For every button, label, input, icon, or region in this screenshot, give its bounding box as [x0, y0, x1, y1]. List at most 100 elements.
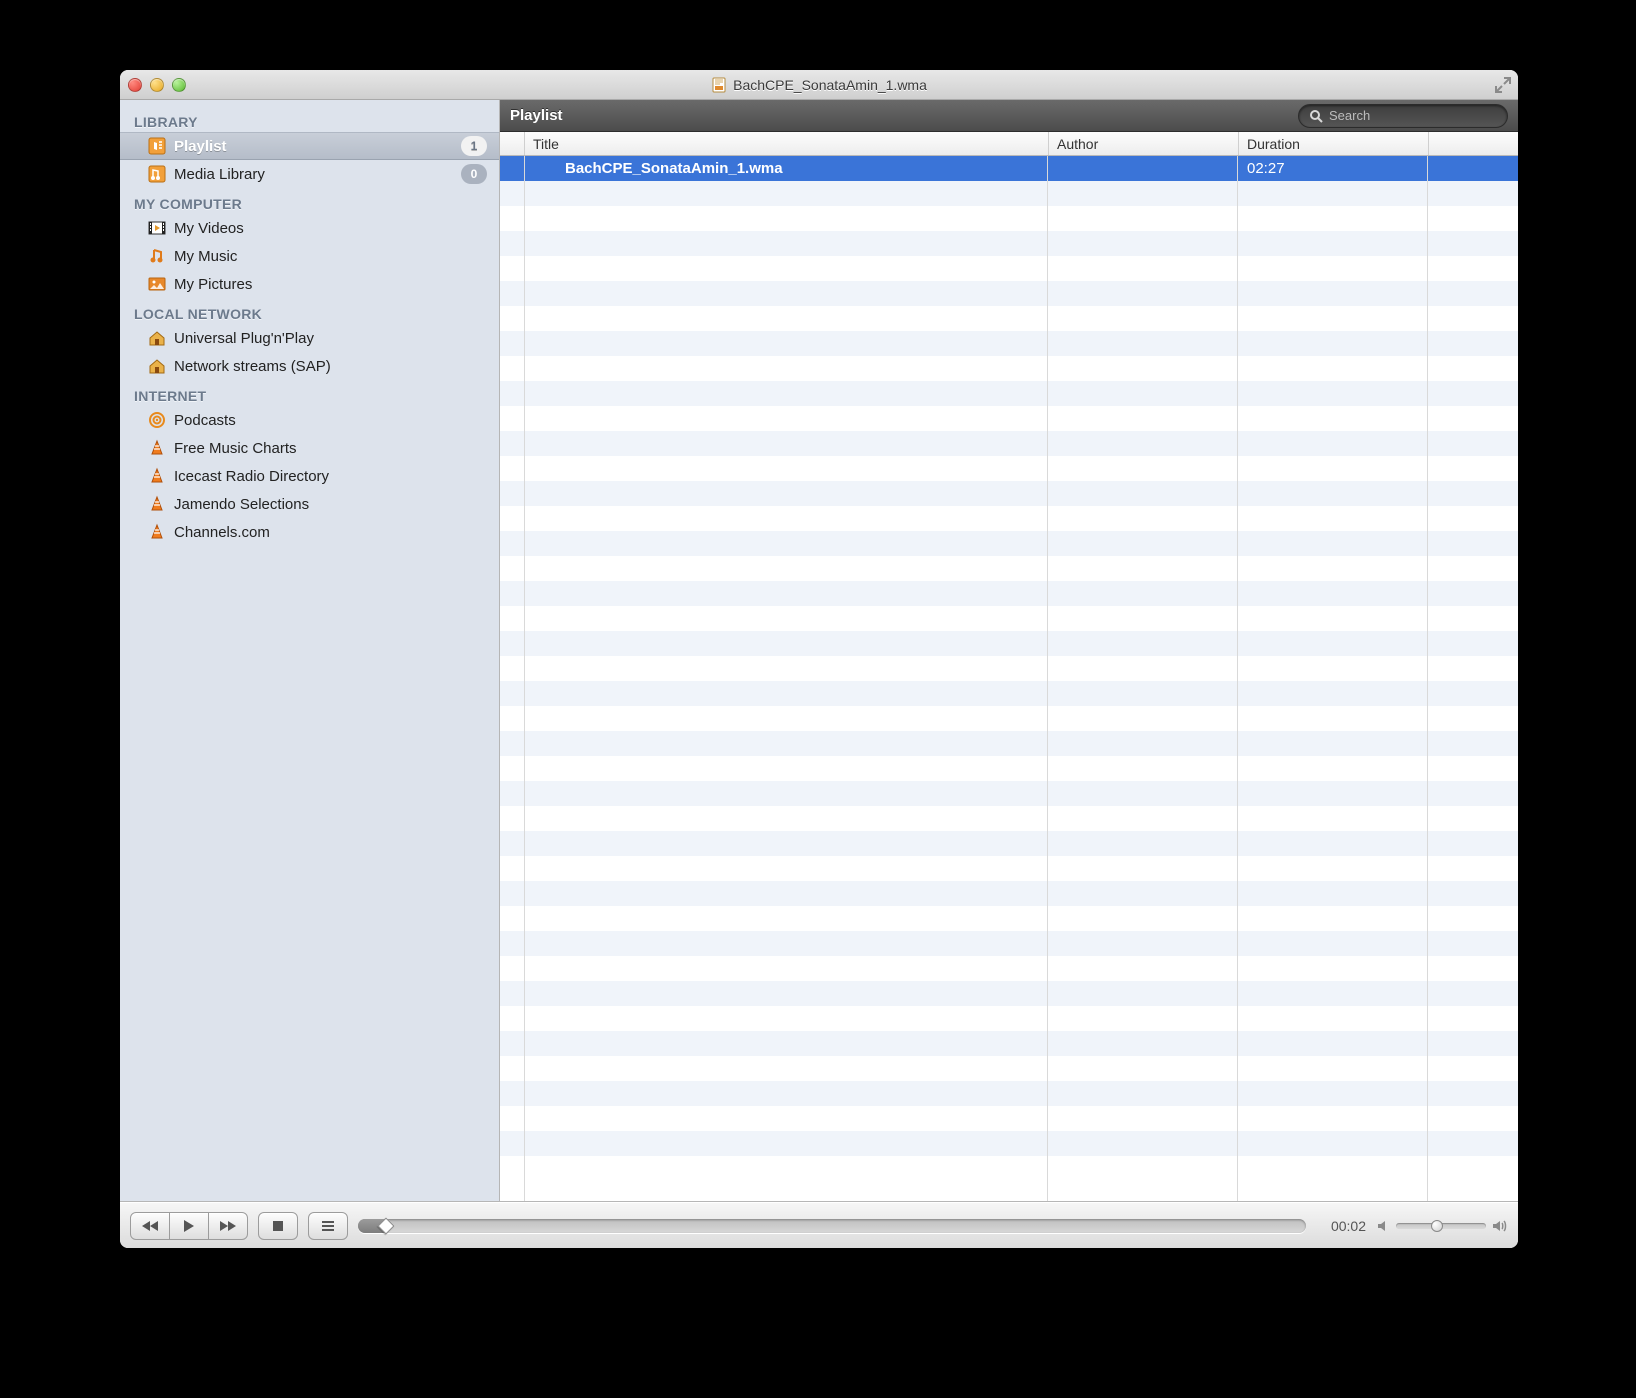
close-window-button[interactable]	[128, 78, 142, 92]
sidebar: LIBRARY Playlist 1 Media Library 0 MY CO…	[120, 100, 500, 1201]
sidebar-item-my-videos[interactable]: My Videos	[120, 214, 499, 242]
table-row[interactable]	[500, 306, 1518, 331]
table-row[interactable]	[500, 381, 1518, 406]
sidebar-item-my-music[interactable]: My Music	[120, 242, 499, 270]
sidebar-item-jamendo[interactable]: Jamendo Selections	[120, 490, 499, 518]
table-row[interactable]	[500, 906, 1518, 931]
transport-buttons	[130, 1212, 248, 1240]
table-row[interactable]	[500, 706, 1518, 731]
sidebar-section-my-computer: MY COMPUTER	[120, 188, 499, 214]
table-row[interactable]	[500, 556, 1518, 581]
panel-title: Playlist	[510, 107, 563, 124]
volume-control	[1376, 1219, 1508, 1233]
search-field[interactable]	[1298, 104, 1508, 128]
table-row[interactable]	[500, 606, 1518, 631]
sidebar-item-label: Network streams (SAP)	[174, 358, 487, 375]
table-row[interactable]	[500, 931, 1518, 956]
sidebar-item-sap[interactable]: Network streams (SAP)	[120, 352, 499, 380]
zoom-window-button[interactable]	[172, 78, 186, 92]
sidebar-item-podcasts[interactable]: Podcasts	[120, 406, 499, 434]
playlist-icon	[148, 137, 166, 155]
table-row[interactable]	[500, 1006, 1518, 1031]
table-row[interactable]	[500, 806, 1518, 831]
sidebar-section-internet: INTERNET	[120, 380, 499, 406]
volume-knob[interactable]	[1431, 1220, 1443, 1232]
table-row[interactable]	[500, 456, 1518, 481]
table-row[interactable]	[500, 506, 1518, 531]
column-marker[interactable]	[500, 132, 524, 155]
previous-button[interactable]	[130, 1212, 170, 1240]
table-row[interactable]	[500, 956, 1518, 981]
playlist-count-badge: 1	[461, 136, 487, 156]
column-extra[interactable]	[1428, 132, 1518, 155]
playback-controls: 00:02	[120, 1202, 1518, 1248]
playlist-rows[interactable]: BachCPE_SonataAmin_1.wma02:27	[500, 156, 1518, 1201]
seek-bar[interactable]	[358, 1219, 1306, 1233]
app-window: BachCPE_SonataAmin_1.wma LIBRARY Playlis…	[120, 70, 1518, 1248]
volume-high-icon	[1492, 1219, 1508, 1233]
table-row[interactable]	[500, 631, 1518, 656]
table-row[interactable]	[500, 1106, 1518, 1131]
table-row[interactable]	[500, 256, 1518, 281]
column-title[interactable]: Title	[524, 132, 1048, 155]
column-headers[interactable]: Title Author Duration	[500, 132, 1518, 156]
table-row[interactable]	[500, 531, 1518, 556]
sidebar-item-my-pictures[interactable]: My Pictures	[120, 270, 499, 298]
window-controls	[128, 78, 186, 92]
table-row[interactable]	[500, 681, 1518, 706]
fullscreen-icon[interactable]	[1494, 76, 1512, 94]
table-row[interactable]	[500, 1131, 1518, 1156]
table-row[interactable]	[500, 856, 1518, 881]
table-row[interactable]	[500, 406, 1518, 431]
sidebar-item-icecast[interactable]: Icecast Radio Directory	[120, 462, 499, 490]
sidebar-item-label: Icecast Radio Directory	[174, 468, 487, 485]
table-row[interactable]	[500, 431, 1518, 456]
table-row[interactable]	[500, 1056, 1518, 1081]
table-row[interactable]	[500, 481, 1518, 506]
sidebar-section-library: LIBRARY	[120, 106, 499, 132]
table-row[interactable]	[500, 331, 1518, 356]
stop-button-group	[258, 1212, 298, 1240]
table-row[interactable]	[500, 281, 1518, 306]
house-icon	[148, 329, 166, 347]
sidebar-item-label: Channels.com	[174, 524, 487, 541]
playlist-toggle-button[interactable]	[308, 1212, 348, 1240]
table-row[interactable]	[500, 656, 1518, 681]
column-duration[interactable]: Duration	[1238, 132, 1428, 155]
table-row[interactable]	[500, 731, 1518, 756]
sidebar-item-channels[interactable]: Channels.com	[120, 518, 499, 546]
table-row[interactable]	[500, 356, 1518, 381]
volume-slider[interactable]	[1396, 1223, 1486, 1229]
sidebar-item-upnp[interactable]: Universal Plug'n'Play	[120, 324, 499, 352]
table-row[interactable]	[500, 881, 1518, 906]
playlist-button-group	[308, 1212, 348, 1240]
sidebar-item-media-library[interactable]: Media Library 0	[120, 160, 499, 188]
table-row[interactable]	[500, 1031, 1518, 1056]
media-library-count-badge: 0	[461, 164, 487, 184]
search-input[interactable]	[1329, 108, 1497, 123]
sidebar-item-free-music-charts[interactable]: Free Music Charts	[120, 434, 499, 462]
stop-button[interactable]	[258, 1212, 298, 1240]
media-library-icon	[148, 165, 166, 183]
play-button[interactable]	[169, 1212, 209, 1240]
table-row[interactable]	[500, 581, 1518, 606]
table-row[interactable]	[500, 781, 1518, 806]
document-icon	[711, 77, 727, 93]
titlebar[interactable]: BachCPE_SonataAmin_1.wma	[120, 70, 1518, 100]
table-row[interactable]	[500, 1081, 1518, 1106]
table-row[interactable]	[500, 206, 1518, 231]
minimize-window-button[interactable]	[150, 78, 164, 92]
sidebar-item-label: Jamendo Selections	[174, 496, 487, 513]
table-row[interactable]	[500, 231, 1518, 256]
table-row[interactable]	[500, 181, 1518, 206]
table-row[interactable]	[500, 756, 1518, 781]
next-button[interactable]	[208, 1212, 248, 1240]
table-row[interactable]: BachCPE_SonataAmin_1.wma02:27	[500, 156, 1518, 181]
time-elapsed: 00:02	[1316, 1218, 1366, 1234]
table-row[interactable]	[500, 981, 1518, 1006]
column-author[interactable]: Author	[1048, 132, 1238, 155]
search-icon	[1309, 109, 1323, 123]
sidebar-item-playlist[interactable]: Playlist 1	[120, 132, 499, 160]
main-panel: Playlist Title Author Duration	[500, 100, 1518, 1201]
table-row[interactable]	[500, 831, 1518, 856]
